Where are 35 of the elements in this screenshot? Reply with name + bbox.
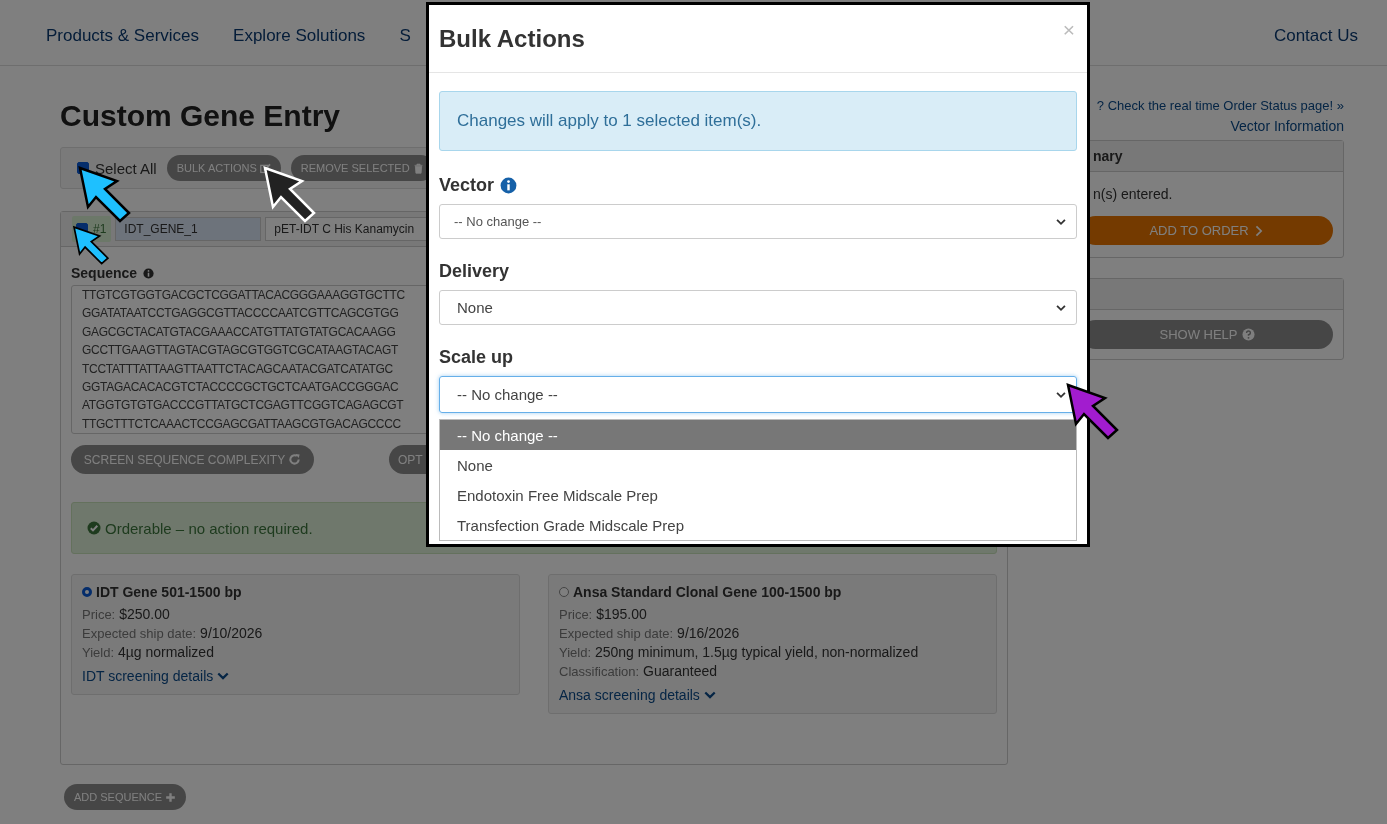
- alert-text: Changes will apply to 1 selected item(s).: [457, 111, 762, 131]
- dropdown-select[interactable]: -- No change --: [439, 204, 1077, 239]
- nav-link[interactable]: Explore Solutions: [233, 25, 366, 46]
- option-detail: Yield: 4µg normalized: [82, 644, 215, 660]
- dropdown-select[interactable]: None: [439, 290, 1077, 325]
- nav-link[interactable]: S: [399, 25, 411, 46]
- dropdown-option[interactable]: Endotoxin Free Midscale Prep: [440, 480, 1076, 510]
- dropdown-select[interactable]: -- No change --: [439, 376, 1077, 413]
- option-detail: Price: $250.00: [82, 606, 171, 622]
- option-detail: Price: $195.00: [559, 606, 648, 622]
- sequence-label: Sequence: [71, 265, 138, 281]
- field-label: Vector: [439, 175, 495, 196]
- page-title: Custom Gene Entry: [60, 99, 341, 134]
- nav-link[interactable]: Products & Services: [46, 25, 200, 46]
- screening-details-link[interactable]: IDT screening details: [82, 668, 509, 684]
- screening-details-link[interactable]: Ansa screening details: [559, 687, 986, 703]
- dropdown-option[interactable]: None: [440, 450, 1076, 480]
- option-detail: Expected ship date: 9/16/2026: [559, 625, 741, 641]
- summary-text: n(s) entered.: [1092, 185, 1174, 202]
- gene-name-field[interactable]: IDT_GENE_1: [115, 217, 262, 241]
- status-text: Orderable – no action required.: [105, 519, 313, 537]
- select-all-label: Select All: [95, 159, 157, 177]
- row-number: #1: [93, 222, 107, 236]
- option-detail: Expected ship date: 9/10/2026: [82, 625, 264, 641]
- dropdown-option[interactable]: -- No change --: [440, 420, 1076, 450]
- dropdown-option[interactable]: Transfection Grade Midscale Prep: [440, 510, 1076, 540]
- dialog-title: Bulk Actions: [439, 24, 586, 53]
- option-detail: Classification: Guaranteed: [559, 663, 719, 679]
- nav-link[interactable]: Contact Us: [1273, 25, 1358, 46]
- option-detail: Yield: 250ng minimum, 1.5µg typical yield, non-normalized: [559, 644, 920, 660]
- option-title: Ansa Standard Clonal Gene 100-1500 bp: [573, 584, 842, 600]
- panel-heading: nary: [1093, 148, 1123, 164]
- option-title: IDT Gene 501-1500 bp: [96, 584, 242, 600]
- field-label: Delivery: [439, 261, 510, 282]
- field-label: Scale up: [439, 347, 514, 368]
